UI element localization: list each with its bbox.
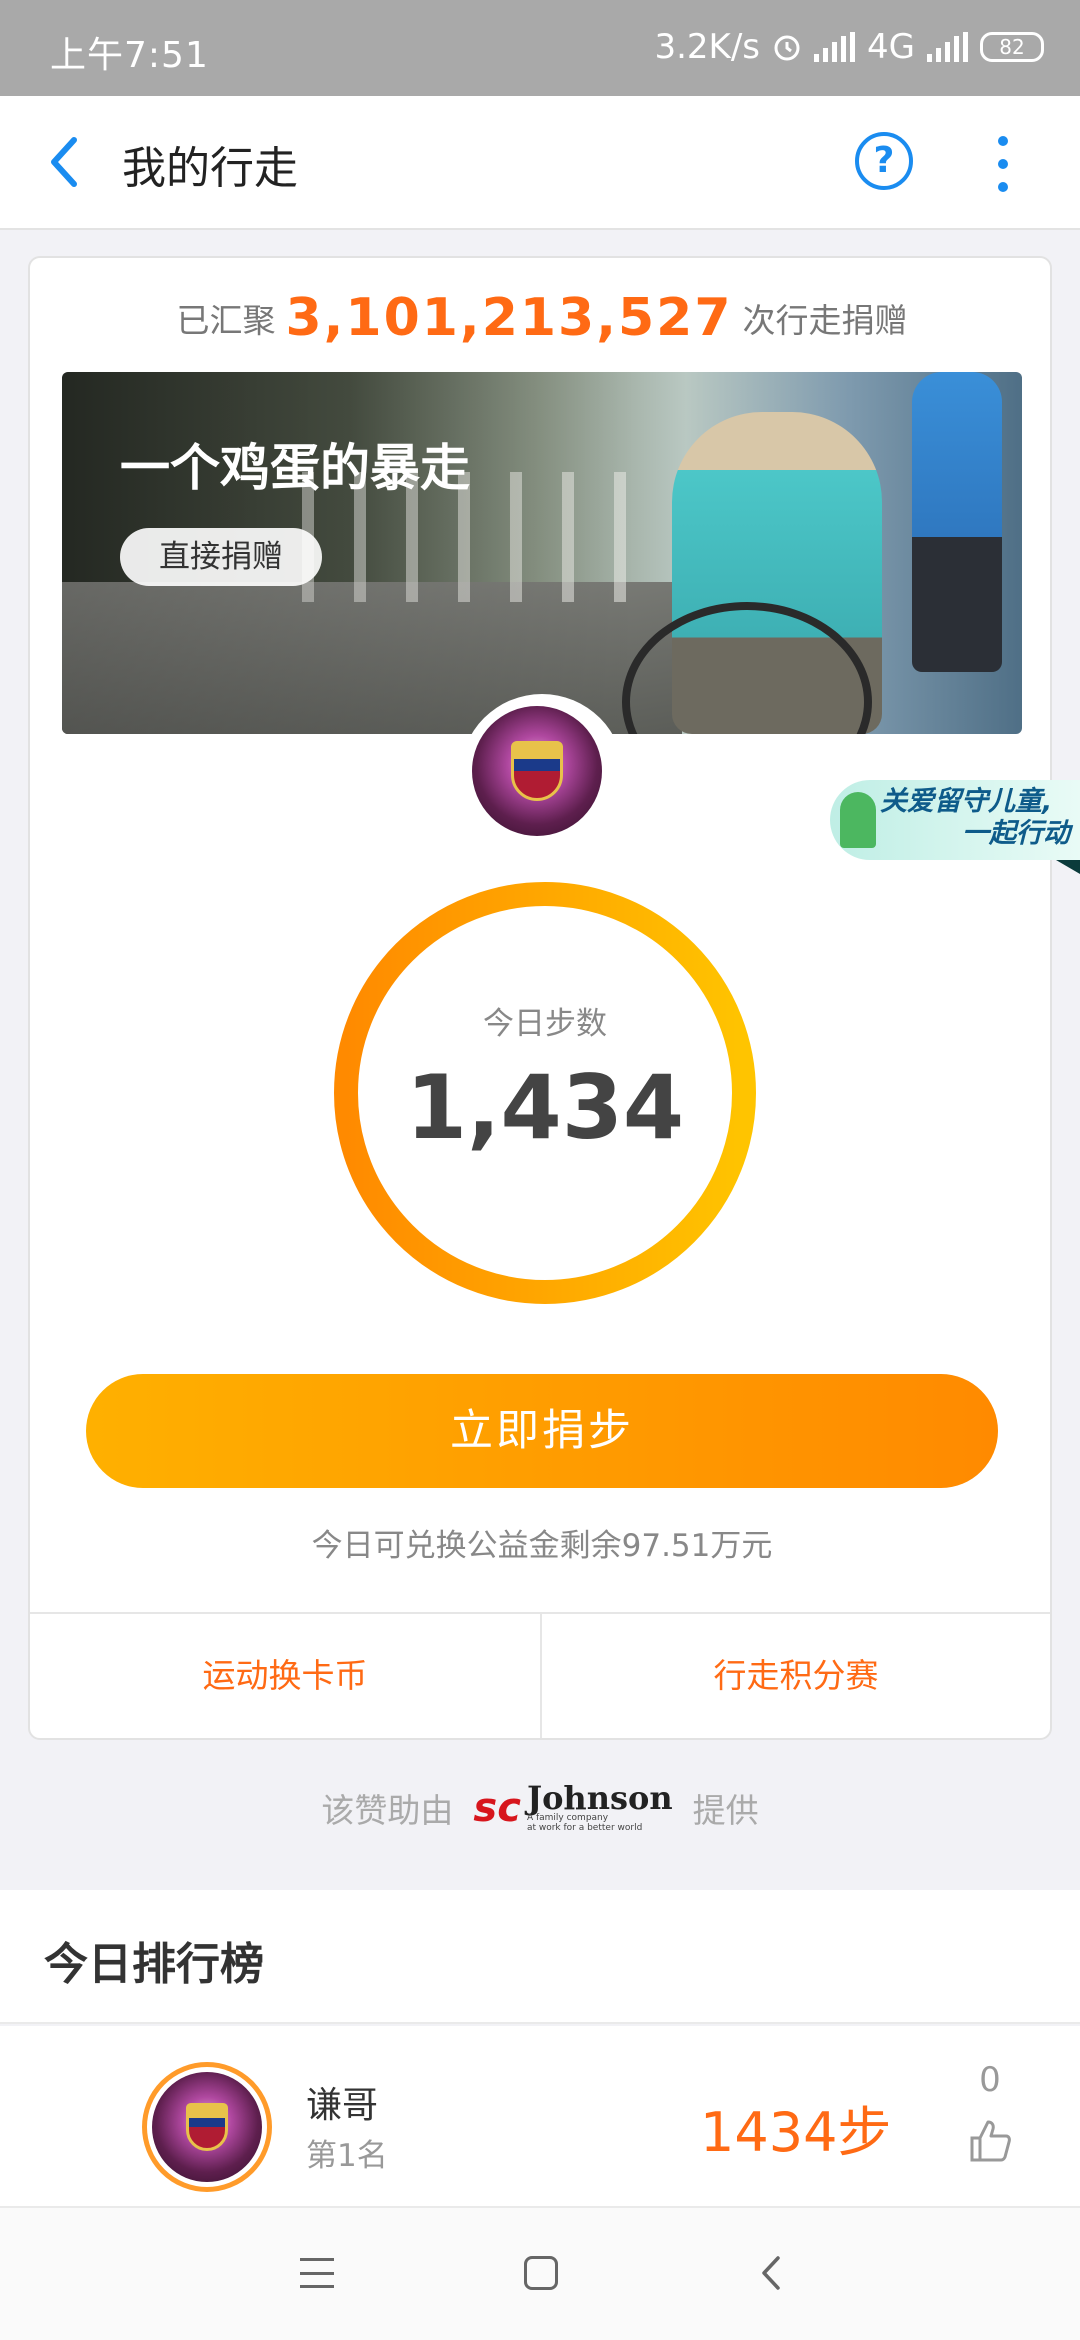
card-links: 运动换卡币 行走积分赛 (30, 1614, 1050, 1738)
left-behind-children-badge[interactable]: 关爱留守儿童, 一起行动 (830, 780, 1080, 874)
donate-steps-button[interactable]: 立即捐步 (86, 1374, 998, 1488)
tree-icon (840, 792, 876, 848)
walking-card: 已汇聚 3,101,213,527 次行走捐赠 一个鸡蛋的暴走 直接捐赠 今日步数 … (28, 256, 1052, 1740)
leaderboard-title: 今日排行榜 (44, 1939, 264, 1990)
app-header: 我的行走 ? (0, 96, 1080, 230)
summary-suffix: 次行走捐赠 (742, 301, 908, 340)
leaderboard-header: 今日排行榜 (0, 1890, 1080, 2024)
campaign-banner[interactable]: 一个鸡蛋的暴走 直接捐赠 (62, 372, 1022, 734)
summary-count: 3,101,213,527 (285, 288, 733, 348)
back-icon[interactable] (756, 2252, 786, 2294)
crest-icon (186, 2103, 228, 2151)
crest-icon (511, 741, 563, 801)
leaderboard-rank: 第1名 (306, 2138, 388, 2174)
banner-title: 一个鸡蛋的暴走 (120, 439, 470, 497)
page-title: 我的行走 (122, 143, 298, 194)
sponsor-logo-name: Johnson (526, 1779, 673, 1817)
thumbs-up-icon[interactable] (968, 2118, 1012, 2164)
avatar[interactable] (472, 706, 602, 836)
sponsor-logo-tagline-2: at work for a better world (526, 1823, 643, 1833)
alarm-icon (774, 35, 800, 61)
network-speed: 3.2K/s (654, 27, 761, 67)
user-avatar-frame (460, 694, 624, 858)
donate-directly-button[interactable]: 直接捐赠 (120, 528, 322, 586)
sponsor-logo-tagline-1: A family company (526, 1813, 609, 1823)
sponsor-logo-sc: sc (473, 1785, 521, 1831)
signal-icon-2 (927, 32, 968, 62)
system-nav-bar (0, 2208, 1080, 2340)
sponsor-suffix: 提供 (692, 1791, 759, 1830)
donation-summary: 已汇聚 3,101,213,527 次行走捐赠 (30, 288, 1054, 348)
steps-ring: 今日步数 1,434 (330, 878, 760, 1308)
badge-line1: 关爱留守儿童, (880, 786, 1053, 817)
sponsor-line: 该赞助由 sc Johnson A family company at work… (0, 1778, 1080, 1838)
avatar (152, 2072, 262, 2182)
badge-line2: 一起行动 (962, 818, 1070, 849)
leaderboard-avatar[interactable] (142, 2062, 272, 2192)
status-bar: 上午7:51 3.2K/s 4G 82 (0, 0, 1080, 96)
remaining-funds-text: 今日可兑换公益金剩余97.51万元 (311, 1528, 773, 1564)
sponsor-logo: sc Johnson A family company at work for … (473, 1779, 673, 1833)
summary-prefix: 已汇聚 (176, 301, 276, 340)
leaderboard-row[interactable]: 谦哥 第1名 1434步 0 (0, 2026, 1080, 2208)
menu-icon[interactable] (300, 2258, 334, 2288)
leaderboard-name: 谦哥 (306, 2085, 379, 2126)
walking-points-contest-link[interactable]: 行走积分赛 (540, 1614, 1050, 1738)
battery-icon: 82 (980, 32, 1044, 62)
help-icon[interactable]: ? (855, 132, 913, 190)
leaderboard-steps: 1434步 (700, 2101, 892, 2164)
status-indicators: 3.2K/s 4G 82 (654, 24, 1044, 70)
steps-label: 今日步数 (483, 1006, 607, 1042)
more-vertical-icon[interactable] (990, 136, 1016, 192)
back-arrow-icon[interactable] (40, 130, 90, 194)
exercise-card-coin-link[interactable]: 运动换卡币 (30, 1614, 540, 1738)
home-icon[interactable] (524, 2256, 558, 2290)
steps-value: 1,434 (405, 1056, 685, 1159)
signal-icon (814, 32, 856, 62)
status-time: 上午7:51 (50, 35, 209, 76)
like-count: 0 (979, 2060, 1001, 2100)
badge-tail (1056, 860, 1080, 874)
network-type: 4G (867, 27, 915, 67)
sponsor-prefix: 该赞助由 (321, 1791, 454, 1830)
